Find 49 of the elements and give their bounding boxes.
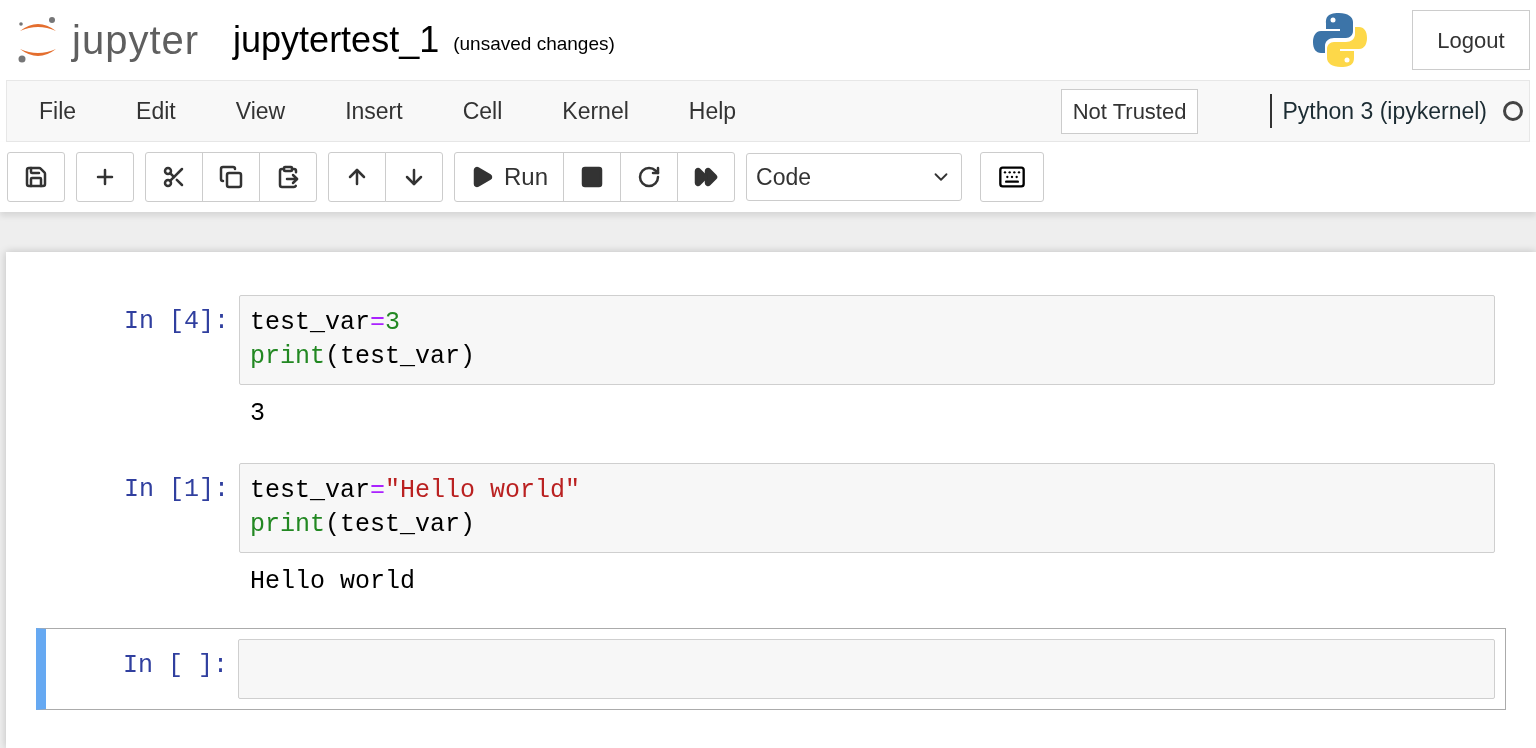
stop-icon <box>580 165 605 189</box>
code-line: test_var=3 <box>250 307 402 339</box>
toolbar-button[interactable] <box>328 152 386 202</box>
python-logo-icon <box>1312 11 1368 69</box>
menu-item[interactable]: View <box>205 93 316 129</box>
code-input[interactable] <box>238 639 1495 699</box>
cell-output: 3 <box>249 398 265 430</box>
restart-icon <box>637 165 662 189</box>
code-input[interactable]: test_var="Hello world" print(test_var) <box>239 463 1495 553</box>
notebook-name[interactable]: jupytertest_1 <box>233 13 440 67</box>
toolbar-button[interactable] <box>385 152 443 202</box>
notebook-cell[interactable]: In [ ]: <box>36 628 1506 710</box>
menu-item[interactable]: Help <box>658 93 767 129</box>
code-line: print(test_var) <box>250 341 477 373</box>
input-prompt: In [ ]: <box>121 650 229 682</box>
input-prompt: In [1]: <box>122 474 230 506</box>
menu-item[interactable]: Edit <box>106 93 206 129</box>
menu-item[interactable]: Cell <box>432 93 533 129</box>
toolbar-button[interactable] <box>620 152 679 202</box>
paste-icon <box>276 165 300 189</box>
input-prompt: In [4]: <box>122 306 230 338</box>
kernel-name[interactable]: Python 3 (ipykernel) <box>1282 93 1487 129</box>
run-button[interactable]: Run <box>454 152 565 202</box>
cell-output: Hello world <box>249 566 416 598</box>
jupyter-logo-text: jupyter <box>72 17 200 64</box>
menu-item[interactable]: Insert <box>315 93 433 129</box>
logout-button[interactable]: Logout <box>1412 10 1530 70</box>
copy-icon <box>219 165 243 189</box>
toolbar-button[interactable] <box>259 152 317 202</box>
trust-indicator[interactable]: Not Trusted <box>1060 88 1199 134</box>
toolbar-button[interactable] <box>563 152 622 202</box>
scissors-icon <box>162 165 186 189</box>
save-status: (unsaved changes) <box>453 31 615 56</box>
menu-item[interactable]: File <box>7 93 107 129</box>
cell-type-dropdown[interactable]: Code <box>746 153 963 201</box>
toolbar-button[interactable] <box>677 152 736 202</box>
toolbar-button[interactable] <box>76 152 134 202</box>
toolbar-button[interactable] <box>7 152 65 202</box>
fast-forward-icon <box>694 165 719 189</box>
code-line: print(test_var) <box>250 509 477 541</box>
menu-item[interactable]: Kernel <box>532 93 659 129</box>
toolbar-button[interactable] <box>145 152 203 202</box>
notebook-cell[interactable]: In [1]: test_var="Hello world" print(test_var) Hello world <box>36 460 1506 614</box>
code-input[interactable]: test_var=3 print(test_var) <box>239 295 1495 385</box>
toolbar-button[interactable] <box>202 152 260 202</box>
notebook-cell[interactable]: In [4]: test_var=3 print(test_var) 3 <box>36 292 1506 446</box>
code-line: test_var="Hello world" <box>250 475 582 507</box>
save-icon <box>24 165 48 189</box>
keyboard-shortcuts-button[interactable] <box>980 152 1045 202</box>
